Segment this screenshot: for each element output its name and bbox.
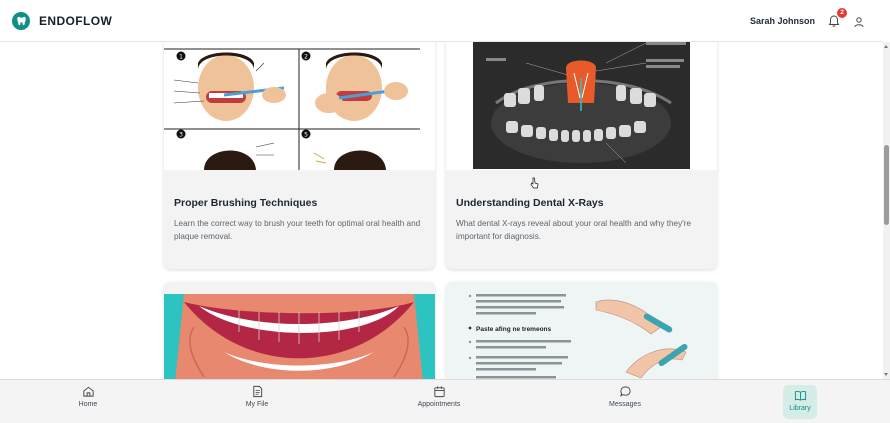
- toothbrush-illustration: Paste afing ne tremeons: [446, 282, 717, 392]
- step-number: 2: [304, 54, 308, 61]
- nav-messages[interactable]: Messages: [595, 385, 655, 408]
- article-card-brushing[interactable]: 1 2 3 5 Proper Brushing Techniques Learn…: [164, 33, 435, 269]
- step-number: 1: [179, 54, 183, 61]
- section-heading: Paste afing ne tremeons: [476, 326, 552, 333]
- top-header: ENDOFLOW Sarah Johnson 2: [0, 0, 883, 42]
- vertical-scrollbar[interactable]: [883, 42, 890, 379]
- nav-appointments[interactable]: Appointments: [409, 385, 469, 408]
- nav-home[interactable]: Home: [58, 385, 118, 408]
- card-description: What dental X-rays reveal about your ora…: [456, 219, 692, 241]
- bottom-navigation: Home My File Appointments Messages Libra…: [0, 379, 890, 423]
- card-title[interactable]: Understanding Dental X-Rays: [456, 197, 604, 209]
- notification-badge: 2: [837, 7, 847, 18]
- nav-my-file[interactable]: My File: [227, 385, 287, 408]
- smile-illustration: [164, 282, 435, 392]
- nav-label: My File: [245, 401, 269, 408]
- article-card-smile[interactable]: [164, 282, 435, 392]
- calendar-icon: [433, 386, 445, 398]
- brand-name[interactable]: ENDOFLOW: [39, 14, 112, 28]
- article-card-xrays[interactable]: Understanding Dental X-Rays What dental …: [446, 33, 717, 269]
- nav-label: Library: [789, 405, 811, 412]
- nav-label: Appointments: [417, 401, 461, 408]
- nav-label: Messages: [609, 401, 641, 408]
- user-name: Sarah Johnson: [749, 15, 815, 26]
- step-number: 3: [179, 132, 183, 139]
- notification-bell-icon[interactable]: 2: [827, 7, 847, 28]
- file-icon: [252, 385, 262, 398]
- nav-library[interactable]: Library: [783, 385, 817, 419]
- scroll-up-icon[interactable]: [884, 45, 888, 48]
- tooth-logo-icon[interactable]: [12, 11, 30, 30]
- user-profile-icon[interactable]: [853, 15, 865, 27]
- scroll-thumb[interactable]: [884, 145, 889, 225]
- xray-illustration: [446, 33, 717, 170]
- card-title[interactable]: Proper Brushing Techniques: [174, 197, 317, 209]
- step-number: 5: [304, 132, 308, 139]
- article-card-toothbrush[interactable]: Paste afing ne tremeons: [446, 282, 717, 392]
- brushing-illustration: 1 2 3 5: [164, 33, 435, 170]
- nav-label: Home: [78, 401, 98, 408]
- home-icon: [82, 386, 94, 397]
- book-icon: [794, 391, 806, 401]
- mouse-cursor-icon: [530, 176, 539, 194]
- scroll-down-icon[interactable]: [884, 373, 888, 376]
- card-description: Learn the correct way to brush your teet…: [174, 219, 421, 241]
- message-icon: [619, 386, 631, 397]
